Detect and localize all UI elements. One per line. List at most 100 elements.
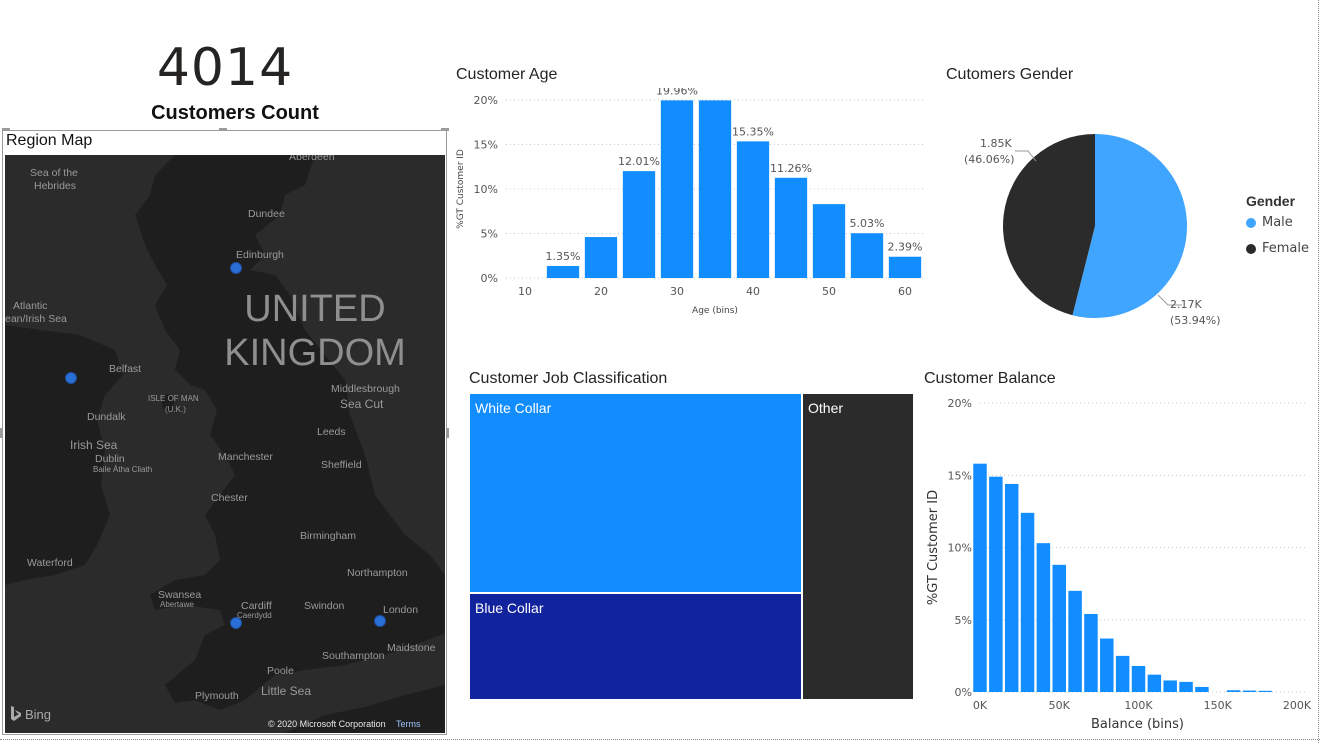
map-place-label: Little Sea <box>261 684 312 698</box>
country-label-line2: KINGDOM <box>224 332 406 374</box>
gender-pie-chart[interactable]: 2.17K (53.94%) 1.85K (46.06%) <box>940 95 1240 345</box>
bar <box>1131 665 1146 692</box>
y-tick-label: 5% <box>481 228 498 241</box>
map-place-label: Baile Átha Cliath <box>93 465 153 474</box>
bar <box>1226 690 1241 692</box>
bar <box>1036 543 1051 692</box>
y-tick-label: 15% <box>948 469 972 482</box>
y-axis-title: %GT Customer ID <box>456 149 466 229</box>
map-place-label: Edinburgh <box>236 249 284 261</box>
x-tick-label: 0K <box>973 699 988 712</box>
map-place-label: Sea of the <box>30 167 78 179</box>
data-label: 12.01% <box>618 155 660 168</box>
legend-label: Male <box>1262 215 1293 230</box>
bar <box>1163 680 1177 692</box>
map-place-label: ISLE OF MAN <box>148 394 199 403</box>
x-tick-label: 100K <box>1124 699 1153 712</box>
map-place-label: Southampton <box>322 650 385 662</box>
bing-icon <box>11 706 21 721</box>
y-tick-label: 10% <box>948 542 972 555</box>
y-tick-label: 0% <box>481 272 498 285</box>
region-map[interactable]: UNITED KINGDOM Sea of the Hebrides Aberd… <box>5 155 445 733</box>
bar <box>1258 690 1273 692</box>
kpi-label: Customers Count <box>151 102 319 124</box>
bar <box>1068 590 1082 692</box>
legend-label: Female <box>1262 241 1310 256</box>
balance-histogram[interactable]: 0% 5% 10% 15% 20% 0K 50K 100K 150K 200K Balance (b… <box>920 390 1315 735</box>
treemap-cell-other[interactable]: Other <box>802 393 914 700</box>
map-place-label: Sheffield <box>321 459 362 471</box>
legend-item-female[interactable]: Female <box>1246 241 1309 256</box>
bar <box>1115 655 1130 692</box>
map-attribution: © 2020 Microsoft Corporation <box>268 719 386 729</box>
bar <box>973 463 987 692</box>
bar <box>812 204 846 278</box>
age-chart-title: Customer Age <box>456 66 558 83</box>
map-data-point[interactable] <box>374 615 386 627</box>
y-tick-label: 10% <box>474 183 498 196</box>
bar <box>546 265 580 278</box>
map-place-label: Waterford <box>27 557 73 569</box>
map-place-label: Plymouth <box>195 690 239 702</box>
map-place-label: ean/Irish Sea <box>5 313 67 325</box>
map-place-label: Hebrides <box>34 180 77 192</box>
map-place-label: Middlesbrough <box>331 383 400 395</box>
job-chart-title: Customer Job Classification <box>469 370 668 387</box>
map-place-label: London <box>383 604 419 616</box>
x-tick-label: 50 <box>822 285 836 298</box>
treemap-cell-white-collar[interactable]: White Collar <box>469 393 802 593</box>
legend-item-male[interactable]: Male <box>1246 215 1293 230</box>
treemap-cell-blue-collar[interactable]: Blue Collar <box>469 593 802 700</box>
x-tick-label: 150K <box>1204 699 1233 712</box>
age-histogram[interactable]: 0% 5% 10% 15% 20% 10 20 30 40 50 60 1.35% 12.01% 19.9… <box>448 88 928 323</box>
resize-handle[interactable] <box>0 428 3 438</box>
map-data-point[interactable] <box>230 617 242 629</box>
country-label: UNITED KINGDOM <box>195 287 435 375</box>
map-place-label: Birmingham <box>300 530 357 542</box>
bar <box>1242 690 1257 692</box>
x-tick-label: 10 <box>518 285 532 298</box>
treemap-label: Blue Collar <box>475 600 544 616</box>
legend-dot-female <box>1246 243 1256 254</box>
map-place-label: Sea Cut <box>340 397 384 411</box>
resize-handle[interactable] <box>2 128 10 131</box>
bar <box>1084 613 1098 692</box>
bar <box>698 100 732 278</box>
map-place-label: Atlantic <box>13 300 48 312</box>
bar <box>774 177 808 278</box>
map-data-point[interactable] <box>65 372 77 384</box>
map-place-label: Dundalk <box>87 411 126 423</box>
x-tick-label: 30 <box>670 285 684 298</box>
data-label: 15.35% <box>732 125 774 138</box>
map-place-label: Maidstone <box>387 642 436 654</box>
page-border-bottom <box>0 739 1320 740</box>
y-tick-label: 20% <box>948 397 972 410</box>
map-place-label: Poole <box>267 665 294 677</box>
map-place-label: Dublin <box>95 453 125 465</box>
map-data-point[interactable] <box>230 262 242 274</box>
bar <box>989 476 1003 692</box>
map-terms-link[interactable]: Terms <box>396 719 421 729</box>
balance-chart-title: Customer Balance <box>924 370 1056 387</box>
bar <box>1147 674 1162 692</box>
bar <box>584 237 618 278</box>
bar <box>660 100 694 278</box>
y-tick-label: 15% <box>474 139 498 152</box>
y-tick-label: 20% <box>474 94 498 107</box>
data-label: 11.26% <box>770 162 812 175</box>
bar <box>850 233 884 278</box>
map-place-label: Chester <box>211 492 248 504</box>
map-place-label: Abertawe <box>160 600 194 609</box>
data-label: 1.35% <box>546 250 581 263</box>
pie-data-label: (46.06%) <box>964 153 1015 166</box>
gender-legend-title: Gender <box>1246 193 1296 209</box>
map-place-label: Caerdydd <box>237 611 272 620</box>
map-place-label: Dundee <box>248 208 285 220</box>
bar <box>1004 483 1019 692</box>
data-label: 19.96% <box>656 88 698 97</box>
map-place-label: Northampton <box>347 567 408 579</box>
resize-handle[interactable] <box>219 128 227 131</box>
resize-handle[interactable] <box>446 428 449 438</box>
y-tick-label: 5% <box>955 614 972 627</box>
bar <box>888 256 922 278</box>
